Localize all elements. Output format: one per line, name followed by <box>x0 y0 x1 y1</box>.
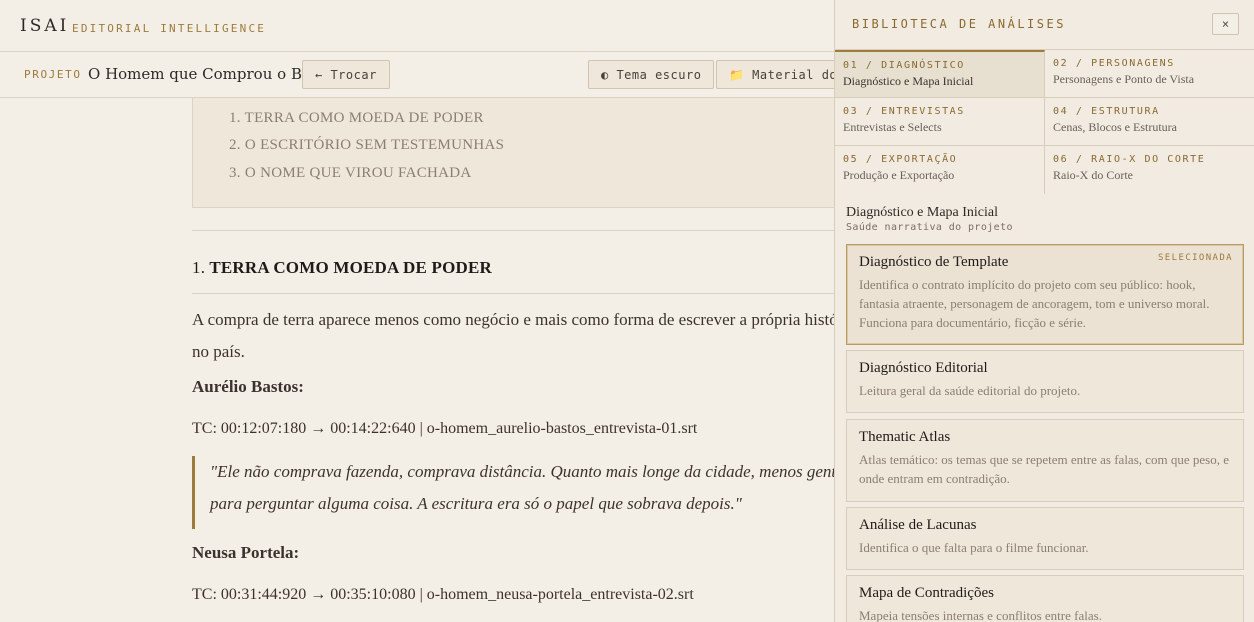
analysis-description: Mapeia tensões internas e conflitos entr… <box>859 608 1102 622</box>
section-paragraph: A compra de terra aparece menos como neg… <box>192 310 856 361</box>
analysis-card-contradicoes[interactable]: Mapa de Contradições Mapeia tensões inte… <box>846 575 1244 622</box>
project-name: O Homem que Comprou o Brasil <box>88 65 336 83</box>
section-title: TERRA COMO MOEDA DE PODER <box>209 258 492 277</box>
speaker-name: Aurélio Bastos: <box>192 377 304 396</box>
close-icon: × <box>1221 17 1230 31</box>
project-label: PROJETO <box>24 68 82 81</box>
dark-theme-button[interactable]: ◐ Tema escuro <box>588 60 715 89</box>
category-number: 04 / ESTRUTURA <box>1053 106 1160 117</box>
speaker-name: Neusa Portela: <box>192 543 300 562</box>
category-tab-personagens[interactable]: 02 / PERSONAGENS Personagens e Ponto de … <box>1045 50 1254 98</box>
app-tagline: EDITORIAL INTELLIGENCE <box>72 22 267 35</box>
analysis-description: Identifica o que falta para o filme func… <box>859 540 1089 555</box>
section-number: 1. <box>192 258 206 277</box>
category-tab-exportacao[interactable]: 05 / EXPORTAÇÃO Produção e Exportação <box>835 146 1045 194</box>
category-tab-diagnostico[interactable]: 01 / DIAGNÓSTICO Diagnóstico e Mapa Inic… <box>835 50 1045 98</box>
category-label: Diagnóstico e Mapa Inicial <box>843 74 974 88</box>
interview-quote: "Ele não comprava fazenda, comprava dist… <box>192 456 872 529</box>
category-number: 02 / PERSONAGENS <box>1053 58 1175 69</box>
category-label: Entrevistas e Selects <box>843 120 942 134</box>
analysis-description: Leitura geral da saúde editorial do proj… <box>859 383 1081 398</box>
analysis-card-thematic-atlas[interactable]: Thematic Atlas Atlas temático: os temas … <box>846 419 1244 502</box>
timecode-reference: TC: 00:31:44:920 → 00:35:10:080 | o-home… <box>192 586 694 603</box>
category-label: Personagens e Ponto de Vista <box>1053 72 1195 86</box>
close-panel-button[interactable]: × <box>1212 13 1239 35</box>
switch-project-button[interactable]: ← Trocar <box>302 60 390 89</box>
analysis-title: Mapa de Contradições <box>859 585 994 601</box>
section-divider <box>192 230 852 231</box>
toc-item-3[interactable]: 3. O NOME QUE VIROU FACHADA <box>229 165 472 182</box>
category-label: Raio-X do Corte <box>1053 168 1133 182</box>
app-logo[interactable]: ISAI <box>20 16 69 36</box>
selected-badge: SELECIONADA <box>1157 253 1233 263</box>
category-grid: 01 / DIAGNÓSTICO Diagnóstico e Mapa Inic… <box>835 49 1254 194</box>
category-label: Cenas, Blocos e Estrutura <box>1053 120 1177 134</box>
category-tab-entrevistas[interactable]: 03 / ENTREVISTAS Entrevistas e Selects <box>835 98 1045 146</box>
category-section-title: Diagnóstico e Mapa Inicial <box>846 205 999 220</box>
category-label: Produção e Exportação <box>843 168 955 182</box>
section-heading: 1. TERRA COMO MOEDA DE PODER <box>192 258 492 278</box>
category-tab-estrutura[interactable]: 04 / ESTRUTURA Cenas, Blocos e Estrutura <box>1045 98 1254 146</box>
category-number: 05 / EXPORTAÇÃO <box>843 154 958 165</box>
panel-title: BIBLIOTECA DE ANÁLISES <box>852 17 1066 31</box>
table-of-contents: 1. TERRA COMO MOEDA DE PODER 2. O ESCRIT… <box>192 98 852 208</box>
material-button[interactable]: 📁 Material do <box>716 60 846 89</box>
analysis-card-editorial[interactable]: Diagnóstico Editorial Leitura geral da s… <box>846 350 1244 413</box>
analysis-description: Identifica o contrato implícito do proje… <box>859 277 1210 330</box>
analysis-card-lacunas[interactable]: Análise de Lacunas Identifica o que falt… <box>846 507 1244 570</box>
analysis-description: Atlas temático: os temas que se repetem … <box>859 452 1230 486</box>
category-number: 01 / DIAGNÓSTICO <box>843 60 965 71</box>
analysis-library-panel: BIBLIOTECA DE ANÁLISES × 01 / DIAGNÓSTIC… <box>834 0 1254 622</box>
analysis-title: Análise de Lacunas <box>859 517 977 533</box>
category-number: 03 / ENTREVISTAS <box>843 106 965 117</box>
category-tab-raio-x[interactable]: 06 / RAIO-X DO CORTE Raio-X do Corte <box>1045 146 1254 194</box>
analysis-title: Diagnóstico Editorial <box>859 360 988 376</box>
timecode-reference: TC: 00:12:07:180 → 00:14:22:640 | o-home… <box>192 420 698 437</box>
category-section-description: Saúde narrativa do projeto <box>846 222 1013 233</box>
analysis-title: Thematic Atlas <box>859 429 951 445</box>
section-rule <box>192 293 852 294</box>
category-number: 06 / RAIO-X DO CORTE <box>1053 154 1206 165</box>
toc-item-1[interactable]: 1. TERRA COMO MOEDA DE PODER <box>229 110 484 127</box>
analysis-card-template[interactable]: SELECIONADA Diagnóstico de Template Iden… <box>846 244 1244 345</box>
toc-item-2[interactable]: 2. O ESCRITÓRIO SEM TESTEMUNHAS <box>229 137 504 154</box>
